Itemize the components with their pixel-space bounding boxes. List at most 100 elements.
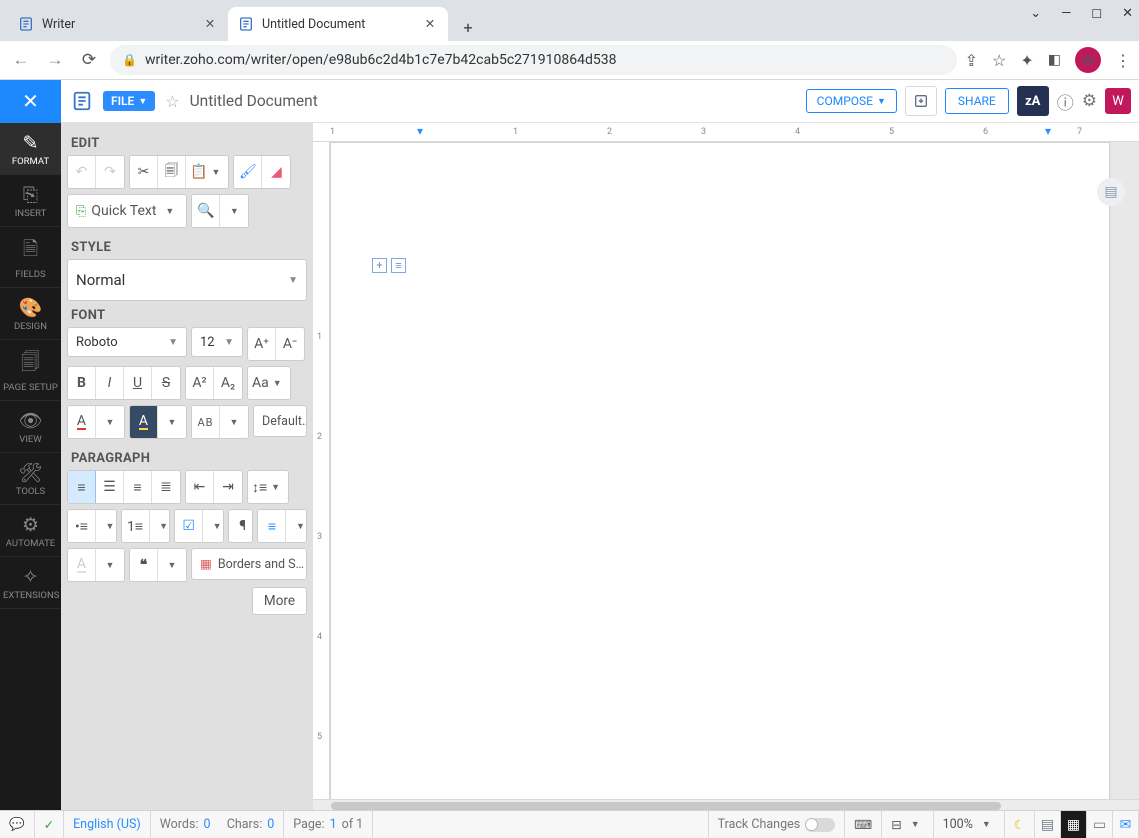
checklist-dropdown[interactable]: ▼	[203, 510, 224, 542]
zoom-level[interactable]: 100%▼	[934, 811, 1005, 838]
sidebar-item-insert[interactable]: ⎘INSERT	[0, 175, 61, 227]
subscript-button[interactable]: A₂	[214, 367, 242, 399]
browser-tab-untitled[interactable]: Untitled Document ✕	[228, 7, 448, 41]
extensions-icon[interactable]: ✦	[1020, 51, 1033, 70]
find-button[interactable]: 🔍	[192, 195, 220, 227]
default-font-button[interactable]: Default…	[253, 405, 307, 437]
sidebar-item-automate[interactable]: ⚙AUTOMATE	[0, 505, 61, 557]
reload-button[interactable]: ⟳	[76, 47, 102, 73]
file-menu[interactable]: FILE▼	[103, 91, 155, 111]
text-color-dropdown[interactable]: ▼	[96, 406, 124, 438]
back-button[interactable]: ←	[8, 47, 34, 73]
indent-decrease-button[interactable]: ⇤	[186, 471, 214, 503]
direction-dropdown[interactable]: ▼	[286, 510, 307, 542]
close-icon[interactable]: ✕	[202, 16, 218, 32]
font-family-select[interactable]: Roboto▼	[67, 327, 187, 357]
spellcheck-icon[interactable]: ✓	[35, 811, 64, 838]
bullet-list-button[interactable]: •≡	[68, 510, 96, 542]
checklist-button[interactable]: ☑	[175, 510, 203, 542]
profile-avatar[interactable]: W	[1075, 47, 1101, 73]
new-tab-button[interactable]: +	[454, 13, 482, 41]
side-panel-icon[interactable]: ◧	[1048, 52, 1061, 68]
sidebar-item-design[interactable]: 🎨DESIGN	[0, 288, 61, 340]
horizontal-scrollbar[interactable]	[313, 799, 1139, 810]
bookmark-icon[interactable]: ☆	[992, 51, 1006, 70]
format-painter-button[interactable]: 🖌	[234, 156, 262, 188]
view-mode-mail[interactable]: ✉	[1113, 811, 1139, 838]
blockquote-button[interactable]: ❝	[130, 549, 158, 581]
compose-button[interactable]: COMPOSE▼	[806, 89, 897, 113]
font-size-select[interactable]: 12▼	[191, 327, 243, 357]
language-selector[interactable]: English (US)	[64, 811, 151, 838]
indent-increase-button[interactable]: ⇥	[214, 471, 242, 503]
bold-button[interactable]: B	[68, 367, 96, 399]
borders-shading-button[interactable]: ▦Borders and S…	[191, 548, 307, 580]
zia-button[interactable]: zA	[1017, 86, 1049, 116]
superscript-button[interactable]: A²	[186, 367, 214, 399]
address-bar[interactable]: 🔒 writer.zoho.com/writer/open/e98ub6c2d4…	[110, 45, 957, 75]
clear-format-button[interactable]: ◢	[262, 156, 290, 188]
bullet-list-dropdown[interactable]: ▼	[96, 510, 117, 542]
redo-button[interactable]: ↷	[96, 156, 124, 188]
view-mode-page[interactable]: ▦	[1061, 811, 1087, 838]
shading-dropdown[interactable]: ▼	[96, 549, 124, 581]
track-changes-toggle[interactable]: Track Changes	[709, 811, 846, 838]
download-icon[interactable]	[905, 86, 937, 116]
browser-menu-icon[interactable]: ⋮	[1115, 51, 1131, 70]
italic-button[interactable]: I	[96, 367, 124, 399]
find-dropdown[interactable]: ▼	[220, 195, 248, 227]
forward-button[interactable]: →	[42, 47, 68, 73]
comments-icon[interactable]: 💬	[0, 811, 35, 838]
minimize-icon[interactable]: ―	[1061, 6, 1071, 21]
align-right-button[interactable]: ≡	[124, 471, 152, 503]
highlight-dropdown[interactable]: ▼	[158, 406, 186, 438]
copy-button[interactable]: 🗐	[158, 156, 186, 188]
close-window-icon[interactable]: ✕	[1122, 6, 1133, 21]
sidebar-item-fields[interactable]: 🗎FIELDS	[0, 227, 61, 288]
fit-button[interactable]: ⊟▼	[882, 811, 933, 838]
sidebar-item-page-setup[interactable]: 🗐PAGE SETUP	[0, 340, 61, 401]
close-icon[interactable]: ✕	[422, 16, 438, 32]
user-avatar[interactable]: W	[1105, 88, 1131, 114]
style-select[interactable]: Normal▼	[67, 259, 307, 301]
main-menu-button[interactable]: ✕	[0, 80, 61, 123]
info-icon[interactable]: ⓘ	[1057, 89, 1074, 114]
align-center-button[interactable]: ☰	[96, 471, 124, 503]
blockquote-dropdown[interactable]: ▼	[158, 549, 186, 581]
add-element-icon[interactable]: +	[372, 258, 387, 273]
direction-button[interactable]: ≡	[258, 510, 286, 542]
undo-button[interactable]: ↶	[68, 156, 96, 188]
gear-icon[interactable]: ⚙	[1082, 91, 1097, 111]
highlight-button[interactable]: A	[130, 406, 158, 438]
page-scroll[interactable]: + ≡ ▤	[330, 142, 1139, 799]
sidebar-item-tools[interactable]: 🛠TOOLS	[0, 453, 61, 505]
underline-button[interactable]: U	[124, 367, 152, 399]
align-justify-button[interactable]: ≣	[152, 471, 180, 503]
sidebar-item-format[interactable]: ✎FORMAT	[0, 123, 61, 175]
word-count[interactable]: Words:0 Chars:0	[151, 811, 285, 838]
favorite-toggle[interactable]: ☆	[165, 92, 179, 111]
chevron-down-icon[interactable]: ⌄	[1030, 6, 1041, 21]
layout-toggle-icon[interactable]: ▤	[1097, 178, 1125, 206]
number-list-button[interactable]: 1≡	[122, 510, 150, 542]
page-element-icon[interactable]: ≡	[391, 258, 406, 273]
keyboard-icon[interactable]: ⌨	[845, 811, 882, 838]
text-case-button[interactable]: Aa▼	[248, 367, 290, 399]
document-page[interactable]: + ≡	[330, 142, 1110, 799]
browser-tab-writer[interactable]: Writer ✕	[8, 7, 228, 41]
decrease-font-button[interactable]: A⁻	[276, 328, 304, 360]
strike-button[interactable]: S	[152, 367, 180, 399]
view-mode-web[interactable]: ▤	[1035, 811, 1061, 838]
char-spacing-dropdown[interactable]: ▼	[220, 406, 248, 438]
paste-button[interactable]: 📋▼	[186, 156, 228, 188]
sidebar-item-extensions[interactable]: ✧EXTENSIONS	[0, 557, 61, 609]
sidebar-item-view[interactable]: 👁VIEW	[0, 401, 61, 453]
horizontal-ruler[interactable]: 1 ▾ 1 2 3 4 5 6 ▾ 7	[313, 123, 1139, 142]
number-list-dropdown[interactable]: ▼	[150, 510, 171, 542]
view-mode-read[interactable]: ▭	[1087, 811, 1113, 838]
text-color-button[interactable]: A	[68, 406, 96, 438]
maximize-icon[interactable]: ☐	[1091, 7, 1102, 21]
quick-text-button[interactable]: ⎘Quick Text▼	[68, 195, 186, 227]
night-mode-icon[interactable]: ☾	[1005, 811, 1035, 838]
char-spacing-button[interactable]: AB	[192, 406, 220, 438]
